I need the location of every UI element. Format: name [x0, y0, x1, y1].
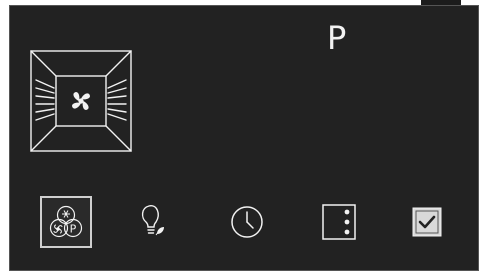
fan-defrost-program-button[interactable]: P [40, 196, 92, 248]
timer-button[interactable] [221, 196, 273, 248]
eco-light-bulb-icon [141, 205, 164, 236]
bottom-toolbar: P [10, 196, 480, 250]
program-p-glyph: P [70, 223, 77, 236]
confirm-checkbox-icon [412, 207, 442, 237]
confirm-button[interactable] [400, 196, 452, 248]
eco-light-button[interactable] [127, 196, 179, 248]
more-options-icon [322, 204, 356, 240]
oven-cavity-icon [30, 50, 132, 152]
clock-timer-icon [231, 206, 263, 238]
program-indicator: P [327, 19, 347, 57]
fan-defrost-program-icon: P [49, 205, 83, 238]
more-options-button[interactable] [313, 196, 365, 248]
oven-control-screen: P P [9, 5, 479, 271]
oven-fan-heating-icon [30, 50, 132, 152]
